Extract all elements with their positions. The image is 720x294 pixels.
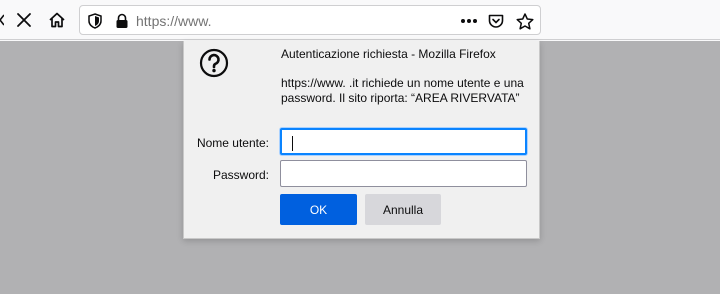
password-label: Password: <box>212 168 269 182</box>
dialog-message: https://www. .it richiede un nome utente… <box>281 76 524 105</box>
question-icon <box>199 48 229 78</box>
dialog-title: Autenticazione richiesta - Mozilla Firef… <box>281 47 496 61</box>
stop-icon[interactable] <box>11 7 37 33</box>
url-text[interactable]: https://www. <box>136 13 211 29</box>
lock-icon[interactable] <box>113 12 131 30</box>
cancel-button[interactable]: Annulla <box>365 194 441 225</box>
auth-dialog: Autenticazione richiesta - Mozilla Firef… <box>183 41 540 239</box>
username-label: Nome utente: <box>196 136 269 150</box>
address-bar[interactable]: https://www. <box>79 5 541 35</box>
bookmark-star-icon[interactable] <box>516 12 534 30</box>
text-caret <box>292 136 293 151</box>
page-actions-icon[interactable] <box>460 12 478 30</box>
home-icon[interactable] <box>44 7 70 33</box>
navigation-toolbar: https://www. <box>0 0 720 40</box>
back-icon[interactable] <box>0 14 5 26</box>
ok-button[interactable]: OK <box>280 194 357 225</box>
password-input[interactable] <box>280 160 527 187</box>
pocket-icon[interactable] <box>487 12 505 30</box>
username-input[interactable] <box>280 128 527 155</box>
tracking-shield-icon[interactable] <box>86 12 104 30</box>
